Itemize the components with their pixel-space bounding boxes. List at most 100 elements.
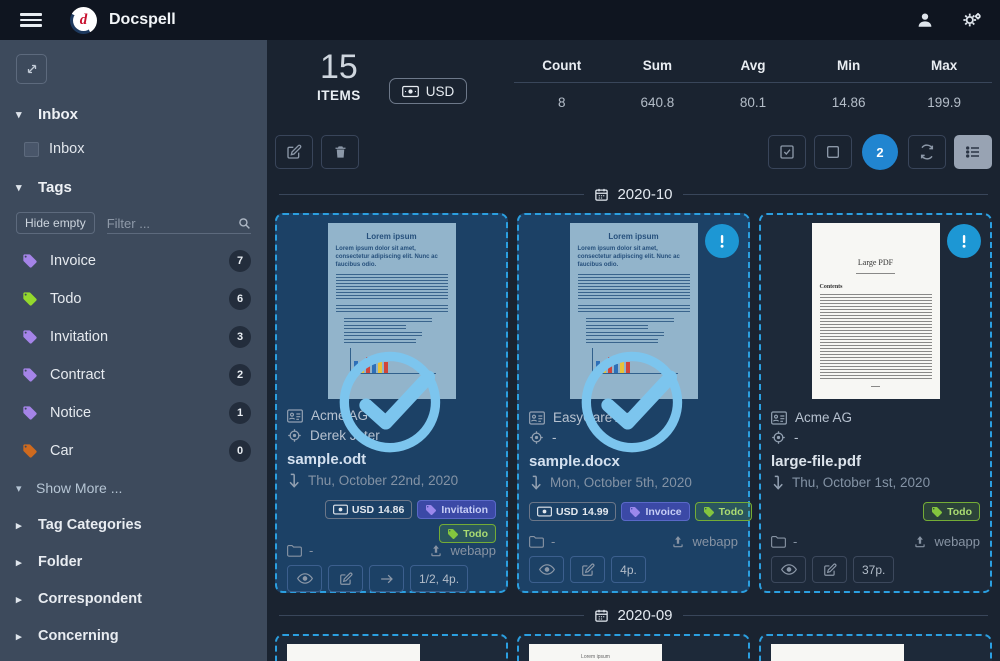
docspell-app: d Docspell ▾ Inbox — [0, 0, 1000, 661]
tag-badge-todo[interactable]: Todo — [695, 502, 752, 521]
preview-button[interactable] — [771, 556, 806, 583]
tag-count-badge: 7 — [229, 250, 251, 272]
menu-icon[interactable] — [20, 13, 42, 27]
search-sidebar: ▾ Inbox Inbox ▾ Tags Hide empty — [0, 40, 267, 661]
tag-count-badge: 0 — [229, 440, 251, 462]
id-card-icon — [529, 411, 545, 425]
item-card-partial-3[interactable]: Lorem ipsum Lorem ipsum dolor sit amet, … — [759, 634, 992, 661]
new-item-indicator — [705, 224, 739, 258]
chevron-down-icon: ▾ — [16, 181, 26, 194]
stats-col-max: Max — [896, 50, 992, 82]
tag-item-invoice[interactable]: Invoice 7 — [16, 250, 251, 272]
calendar-icon — [594, 187, 609, 202]
upload-icon — [913, 535, 927, 549]
folder-source-row: - webapp — [287, 543, 496, 565]
tag-icon — [22, 367, 38, 383]
edit-item-button[interactable] — [570, 556, 605, 583]
trash-icon — [333, 144, 348, 160]
eye-icon — [781, 563, 797, 576]
folder-icon — [529, 535, 544, 548]
card-footer: 1/2, 4p. — [287, 565, 496, 592]
edit-item-button[interactable] — [812, 556, 847, 583]
edit-icon — [339, 572, 353, 586]
chevron-down-icon: ▾ — [16, 108, 26, 121]
sidebar-section-tag-categories[interactable]: ▸ Tag Categories — [16, 517, 251, 533]
crosshair-icon — [287, 428, 302, 443]
inbox-checkbox[interactable] — [24, 142, 39, 157]
document-preview: Lorem ipsum Lorem ipsum dolor sit amet, … — [529, 644, 662, 661]
new-item-indicator — [947, 224, 981, 258]
tag-filter — [107, 216, 251, 234]
item-name: large-file.pdf — [771, 453, 980, 470]
tag-icon — [931, 506, 943, 518]
concerning-row: - — [771, 430, 980, 445]
tag-count-badge: 1 — [229, 402, 251, 424]
item-card-large-file-pdf[interactable]: Large PDF Contents Acme AG - — [759, 213, 992, 593]
upload-icon — [429, 544, 443, 558]
chevron-right-icon: ▸ — [16, 519, 26, 532]
amount-badge: USD 14.99 — [529, 502, 616, 521]
crosshair-icon — [771, 430, 786, 445]
stats-value-min: 14.86 — [801, 83, 897, 110]
sidebar-section-inbox[interactable]: ▾ Inbox — [16, 106, 251, 123]
tag-item-contract[interactable]: Contract 2 — [16, 364, 251, 386]
chevron-right-icon: ▸ — [16, 556, 26, 569]
sidebar-section-tags[interactable]: ▾ Tags — [16, 179, 251, 196]
edit-item-button[interactable] — [328, 565, 363, 592]
preview-button[interactable] — [287, 565, 322, 592]
view-mode-list-button[interactable] — [954, 135, 992, 169]
select-all-button[interactable] — [768, 135, 806, 169]
stats-col-avg: Avg — [705, 50, 801, 82]
exclamation-icon — [955, 232, 973, 250]
money-icon — [537, 506, 552, 517]
page-count-label: 37p. — [853, 556, 894, 583]
calendar-icon — [594, 608, 609, 623]
move-attachment-button[interactable] — [369, 565, 404, 592]
item-badges: USD 14.99 Invoice Todo — [529, 502, 738, 521]
item-badges: USD 14.86 Invitation Todo — [287, 500, 496, 543]
show-more-tags[interactable]: ▾ Show More ... — [16, 480, 251, 496]
sidebar-section-concerning[interactable]: ▸ Concerning — [16, 628, 251, 644]
delete-selected-button[interactable] — [321, 135, 359, 169]
tag-item-car[interactable]: Car 0 — [16, 440, 251, 462]
tag-filter-input[interactable] — [107, 216, 238, 231]
sidebar-section-folder[interactable]: ▸ Folder — [16, 554, 251, 570]
selected-count-badge: 2 — [862, 134, 898, 170]
item-card-partial-1[interactable]: Keywords in PDF — [275, 634, 508, 661]
tag-badge-invitation[interactable]: Invitation — [417, 500, 496, 519]
item-card-sample-docx[interactable]: Lorem ipsum Lorem ipsum dolor sit amet, … — [517, 213, 750, 593]
stats-col-min: Min — [801, 50, 897, 82]
tag-badge-todo[interactable]: Todo — [923, 502, 980, 521]
folder-source-row: - webapp — [771, 534, 980, 556]
folder-icon — [771, 535, 786, 548]
folder-source-row: - webapp — [529, 534, 738, 556]
date-group-header: 2020-10 — [279, 186, 988, 203]
sidebar-section-correspondent[interactable]: ▸ Correspondent — [16, 591, 251, 607]
tag-badge-invoice[interactable]: Invoice — [621, 502, 689, 521]
deselect-all-button[interactable] — [814, 135, 852, 169]
item-list-main: 15 ITEMS USD Count Sum Avg Min Max — [267, 40, 1000, 661]
item-card-sample-odt[interactable]: Lorem ipsum Lorem ipsum dolor sit amet, … — [275, 213, 508, 593]
tag-icon — [22, 443, 38, 459]
item-card-partial-2[interactable]: Lorem ipsum Lorem ipsum dolor sit amet, … — [517, 634, 750, 661]
stats-value-max: 199.9 — [896, 83, 992, 110]
stats-table: Count Sum Avg Min Max 8 640.8 80.1 14.86… — [514, 50, 992, 110]
tag-item-invitation[interactable]: Invitation 3 — [16, 326, 251, 348]
settings-gears-icon[interactable] — [962, 11, 982, 29]
tag-item-todo[interactable]: Todo 6 — [16, 288, 251, 310]
tag-badge-todo[interactable]: Todo — [439, 524, 496, 543]
preview-button[interactable] — [529, 556, 564, 583]
inbox-filter-item[interactable]: Inbox — [16, 141, 251, 157]
edit-selected-button[interactable] — [275, 135, 313, 169]
collapse-sidebar-button[interactable] — [16, 54, 47, 84]
currency-button[interactable]: USD — [389, 78, 468, 104]
tag-icon — [22, 405, 38, 421]
arrow-down-icon — [529, 475, 542, 490]
user-icon[interactable] — [916, 11, 934, 29]
arrow-right-icon — [380, 573, 394, 585]
chevron-down-icon: ▾ — [16, 482, 26, 495]
id-card-icon — [287, 409, 303, 423]
hide-empty-button[interactable]: Hide empty — [16, 212, 95, 234]
refresh-button[interactable] — [908, 135, 946, 169]
tag-item-notice[interactable]: Notice 1 — [16, 402, 251, 424]
